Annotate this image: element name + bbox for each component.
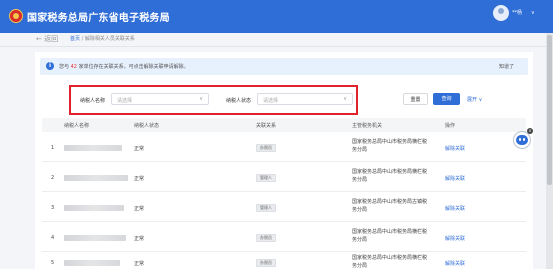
column-header: 纳税人状态 [134, 123, 160, 129]
reset-button[interactable]: 重置 [403, 93, 428, 105]
relation-tag: 办税员 [256, 234, 276, 242]
divider [0, 46, 546, 47]
table-row: 5 正常 办税员 国家税务总局中山市税务局横栏税 务分局 解除关联 [42, 253, 526, 269]
notice-suffix: 家单位存在关联关系，可点击解除关联申请解除。 [78, 64, 189, 70]
site-title: 国家税务总局广东省电子税务局 [27, 13, 170, 24]
chevron-down-icon: ∨ [199, 96, 203, 102]
robot-assistant-icon[interactable]: × [513, 128, 533, 150]
notice-message: 您与 42 家单位存在关联关系，可点击解除关联申请解除。 [59, 63, 189, 70]
chevron-down-icon[interactable]: ∨ [531, 10, 535, 16]
info-icon: i [46, 62, 54, 70]
row-index: 2 [51, 175, 55, 181]
breadcrumb: 首页 / 解除相关人员关联关系 [70, 35, 135, 42]
taxpayer-status-select[interactable]: 请选择 ∨ [257, 93, 353, 105]
row-authority: 国家税务总局中山市税务局横栏税 务分局 [352, 255, 428, 269]
relation-tag: 办税员 [256, 259, 276, 267]
row-authority: 国家税务总局中山市税务局古镇税 务分局 [352, 199, 428, 213]
row-status: 正常 [134, 236, 145, 242]
robot-eye [519, 138, 521, 141]
row-status: 正常 [134, 146, 145, 152]
dismiss-notice-button[interactable]: 知道了 [499, 63, 514, 70]
column-header: 操作 [445, 123, 456, 129]
taxpayer-name-label: 纳税人名称 [80, 98, 106, 104]
row-status: 正常 [134, 206, 145, 212]
robot-face [516, 135, 528, 145]
unlink-button[interactable]: 解除关联 [445, 145, 465, 152]
table-row: 4 正常 办税员 国家税务总局中山市税务局横栏税 务分局 解除关联 [42, 223, 526, 252]
row-index: 4 [51, 235, 55, 241]
redacted-taxpayer-name [64, 235, 126, 241]
row-status: 正常 [134, 176, 145, 182]
row-index: 1 [51, 145, 55, 151]
notice-prefix: 您与 [59, 64, 70, 70]
row-authority: 国家税务总局中山市税务局横栏税 务分局 [352, 139, 428, 153]
unlink-button[interactable]: 解除关联 [445, 175, 465, 182]
redacted-taxpayer-name [64, 145, 122, 151]
column-header: 主管税务机关 [352, 123, 383, 129]
page-scrollbar[interactable] [546, 33, 553, 269]
notice-count: 42 [70, 64, 77, 70]
taxpayer-status-label: 纳税人状态 [226, 98, 252, 104]
user-avatar-icon[interactable] [493, 5, 509, 21]
table-row: 2 正常 管理人 国家税务总局中山市税务局横栏税 务分局 解除关联 [42, 163, 526, 192]
expand-filters-link[interactable]: 展开 ∨ [467, 96, 482, 103]
top-bar: 国家税务总局广东省电子税务局 **杨 ∨ [0, 0, 553, 33]
row-index: 3 [51, 205, 55, 211]
taxpayer-status-placeholder: 请选择 [263, 98, 279, 104]
close-icon[interactable]: × [527, 128, 533, 134]
table-row: 1 正常 办税员 国家税务总局中山市税务局横栏税 务分局 解除关联 [42, 133, 526, 162]
back-link[interactable]: ← 返回 [36, 34, 58, 44]
relation-tag: 办税员 [256, 144, 276, 152]
column-header: 纳税人名称 [64, 123, 90, 129]
breadcrumb-current: 解除相关人员关联关系 [84, 36, 135, 42]
relation-tag: 管理人 [256, 174, 276, 182]
row-authority: 国家税务总局中山市税务局横栏税 务分局 [352, 229, 428, 243]
breadcrumb-bar: ← 返回 首页 / 解除相关人员关联关系 [0, 33, 546, 43]
table-row: 3 正常 管理人 国家税务总局中山市税务局古镇税 务分局 解除关联 [42, 193, 526, 222]
taxpayer-name-select[interactable]: 请选择 ∨ [111, 93, 209, 105]
redacted-taxpayer-name [64, 205, 124, 211]
redacted-taxpayer-name [64, 260, 120, 266]
row-authority: 国家税务总局中山市税务局横栏税 务分局 [352, 169, 428, 183]
unlink-button[interactable]: 解除关联 [445, 205, 465, 212]
row-status: 正常 [134, 261, 145, 267]
user-name[interactable]: **杨 [512, 9, 522, 16]
unlink-button[interactable]: 解除关联 [445, 235, 465, 242]
query-button[interactable]: 查询 [433, 93, 460, 105]
tax-emblem-icon [9, 9, 23, 23]
breadcrumb-home[interactable]: 首页 [70, 36, 80, 42]
column-header: 关联关系 [256, 123, 277, 129]
redacted-taxpayer-name [64, 175, 128, 181]
robot-eye [523, 138, 525, 141]
notice-banner: i 您与 42 家单位存在关联关系，可点击解除关联申请解除。 知道了 [40, 58, 528, 75]
scrollbar-thumb[interactable] [547, 35, 552, 185]
row-index: 5 [51, 260, 55, 266]
relation-tag: 管理人 [256, 204, 276, 212]
chevron-down-icon: ∨ [343, 96, 347, 102]
taxpayer-name-placeholder: 请选择 [117, 98, 133, 104]
unlink-button[interactable]: 解除关联 [445, 260, 465, 267]
